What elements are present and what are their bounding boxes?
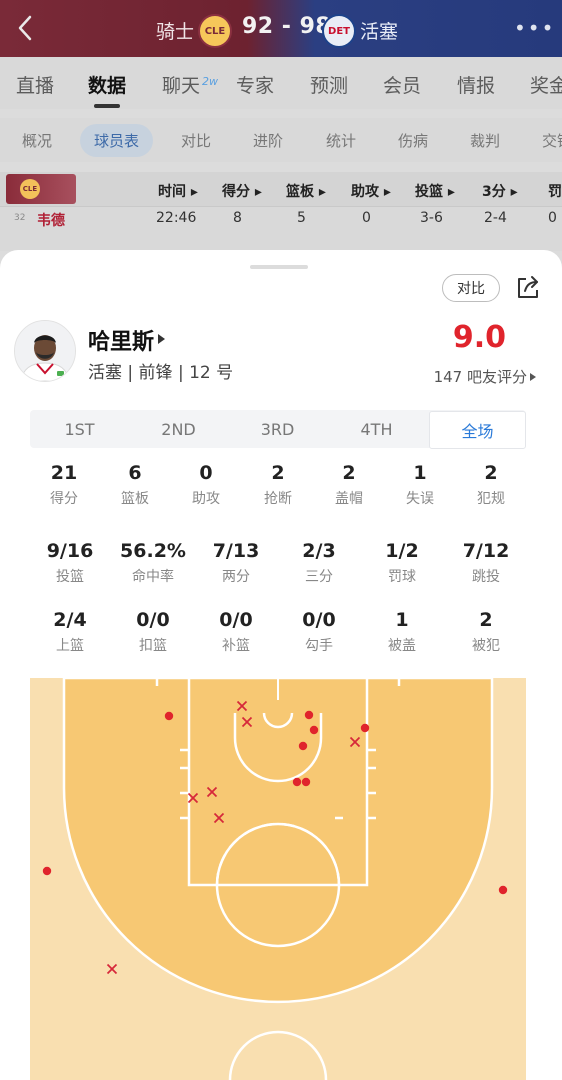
team-flag: CLE bbox=[6, 174, 76, 204]
subtab-head-to-head[interactable]: 交锋 bbox=[542, 130, 562, 151]
tab-intel[interactable]: 情报 bbox=[457, 71, 495, 98]
sub-tab-bar: 概况 球员表 对比 进阶 统计 伤病 裁判 交锋 bbox=[0, 118, 562, 162]
period-tab-3rd[interactable]: 3RD bbox=[228, 410, 327, 448]
col-field-goals[interactable]: 投篮 ▸ bbox=[415, 181, 455, 201]
stat-dunks: 0/0 扣篮 bbox=[136, 609, 170, 654]
stat-jump-shots: 7/12 跳投 bbox=[462, 540, 510, 585]
tab-data[interactable]: 数据 bbox=[88, 71, 126, 108]
cell-minutes: 22:46 bbox=[156, 210, 197, 226]
stat-turnovers: 1 失误 bbox=[406, 462, 434, 507]
compare-button[interactable]: 对比 bbox=[442, 274, 500, 302]
cell-free-throws: 0 bbox=[548, 210, 557, 226]
player-team-position: 活塞 | 前锋 | 12 号 bbox=[88, 363, 234, 383]
rating-count-link[interactable]: 147 吧友评分 bbox=[434, 366, 536, 387]
away-team-name[interactable]: 活塞 bbox=[360, 17, 398, 44]
player-profile-arrow-icon[interactable] bbox=[158, 334, 165, 344]
stat-three-pointers: 2/3 三分 bbox=[302, 540, 336, 585]
stat-points: 21 得分 bbox=[50, 462, 78, 507]
player-name-title[interactable]: 哈里斯 bbox=[88, 324, 154, 356]
stat-blocked: 1 被盖 bbox=[388, 609, 416, 654]
table-row[interactable]: 32 韦德 22:46 8 5 0 3-6 2-4 0 bbox=[0, 206, 562, 251]
subtab-player-stats[interactable]: 球员表 bbox=[80, 124, 154, 157]
shot-chart-court bbox=[30, 678, 526, 1080]
back-arrow-icon[interactable] bbox=[12, 12, 40, 44]
subtab-referees[interactable]: 裁判 bbox=[470, 130, 500, 151]
cell-field-goals: 3-6 bbox=[420, 210, 443, 226]
tab-experts[interactable]: 专家 bbox=[236, 71, 274, 98]
subtab-compare[interactable]: 对比 bbox=[181, 130, 211, 151]
stat-hook-shots: 0/0 勾手 bbox=[302, 609, 336, 654]
stat-tip-ins: 0/0 补篮 bbox=[219, 609, 253, 654]
caret-right-icon bbox=[530, 373, 536, 381]
stat-assists: 0 助攻 bbox=[192, 462, 220, 507]
made-shot-marker bbox=[42, 866, 52, 876]
col-free-throws[interactable]: 罚 bbox=[548, 181, 562, 201]
stat-field-goals: 9/16 投篮 bbox=[46, 540, 94, 585]
stat-fouled: 2 被犯 bbox=[472, 609, 500, 654]
stat-fouls: 2 犯规 bbox=[477, 462, 505, 507]
share-icon[interactable] bbox=[514, 274, 542, 302]
player-name[interactable]: 韦德 bbox=[37, 210, 65, 230]
tab-live[interactable]: 直播 bbox=[16, 71, 54, 98]
cell-points: 8 bbox=[233, 210, 242, 226]
player-avatar[interactable] bbox=[14, 320, 76, 382]
period-tab-2nd[interactable]: 2ND bbox=[129, 410, 228, 448]
made-shot-marker bbox=[301, 777, 311, 787]
subtab-advanced[interactable]: 进阶 bbox=[253, 130, 283, 151]
player-detail-sheet: 对比 哈里斯 活塞 | 前锋 | 12 号 9.0 147 吧友评分 1ST 2… bbox=[0, 250, 562, 1080]
team-logo-small: CLE bbox=[20, 179, 40, 199]
tab-chat[interactable]: 聊天 2w bbox=[162, 71, 218, 98]
made-shot-marker bbox=[309, 725, 319, 735]
col-assists[interactable]: 助攻 ▸ bbox=[351, 181, 391, 201]
col-rebounds[interactable]: 篮板 ▸ bbox=[286, 181, 326, 201]
box-score-header: CLE 时间 ▸ 得分 ▸ 篮板 ▸ 助攻 ▸ 投篮 ▸ 3分 ▸ 罚 bbox=[0, 172, 562, 206]
main-tab-bar: 直播 数据 聊天 2w 专家 预测 会员 情报 奖金 bbox=[0, 57, 562, 109]
subtab-injuries[interactable]: 伤病 bbox=[398, 130, 428, 151]
stat-blocks: 2 盖帽 bbox=[335, 462, 363, 507]
made-shot-marker bbox=[304, 710, 314, 720]
made-shot-marker bbox=[292, 777, 302, 787]
stat-rebounds: 6 篮板 bbox=[121, 462, 149, 507]
cell-assists: 0 bbox=[362, 210, 371, 226]
cell-threes: 2-4 bbox=[484, 210, 507, 226]
col-points[interactable]: 得分 ▸ bbox=[222, 181, 262, 201]
col-minutes[interactable]: 时间 ▸ bbox=[158, 181, 198, 201]
tab-predictions[interactable]: 预测 bbox=[310, 71, 348, 98]
made-shot-marker bbox=[164, 711, 174, 721]
made-shot-marker bbox=[298, 741, 308, 751]
period-tab-4th[interactable]: 4TH bbox=[327, 410, 426, 448]
player-rating: 9.0 bbox=[452, 320, 506, 355]
period-tab-1st[interactable]: 1ST bbox=[30, 410, 129, 448]
period-tab-full-game[interactable]: 全场 bbox=[429, 411, 526, 449]
col-threes[interactable]: 3分 ▸ bbox=[482, 181, 518, 201]
game-score: 92 - 98 bbox=[242, 14, 332, 39]
stat-steals: 2 抢断 bbox=[264, 462, 292, 507]
stat-layups: 2/4 上篮 bbox=[53, 609, 87, 654]
tab-bonus[interactable]: 奖金 bbox=[530, 71, 562, 98]
more-options-icon[interactable]: ••• bbox=[514, 16, 555, 40]
chat-count-badge: 2w bbox=[202, 74, 219, 88]
jersey-number: 32 bbox=[14, 213, 26, 223]
subtab-statistics[interactable]: 统计 bbox=[326, 130, 356, 151]
scoreboard-header: 骑士 CLE 92 - 98 DET 活塞 ••• bbox=[0, 0, 562, 57]
period-tab-bar: 1ST 2ND 3RD 4TH 全场 bbox=[30, 410, 526, 449]
stat-two-pointers: 7/13 两分 bbox=[212, 540, 260, 585]
made-shot-marker bbox=[360, 723, 370, 733]
cell-rebounds: 5 bbox=[297, 210, 306, 226]
subtab-overview[interactable]: 概况 bbox=[22, 130, 52, 151]
player-portrait-icon bbox=[15, 321, 75, 381]
active-tab-underline bbox=[94, 104, 121, 108]
sheet-drag-handle[interactable] bbox=[250, 265, 308, 269]
made-shot-marker bbox=[498, 885, 508, 895]
stat-free-throws: 1/2 罚球 bbox=[385, 540, 419, 585]
away-team-logo[interactable]: DET bbox=[322, 14, 356, 48]
tab-membership[interactable]: 会员 bbox=[383, 71, 421, 98]
home-team-name[interactable]: 骑士 bbox=[156, 17, 194, 44]
stat-fg-percentage: 56.2% 命中率 bbox=[120, 540, 186, 585]
home-team-logo[interactable]: CLE bbox=[198, 14, 232, 48]
